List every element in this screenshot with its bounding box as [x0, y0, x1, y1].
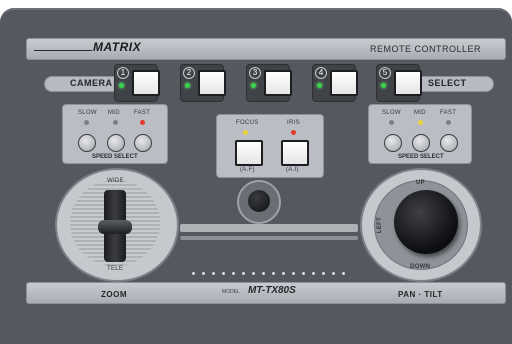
camera-label: CAMERA — [70, 78, 113, 88]
camera-5-number: 5 — [379, 67, 391, 79]
speed-right-mid-label: MID — [414, 110, 426, 116]
model-prefix: MODEL — [222, 289, 240, 295]
speed-right-fast-button[interactable] — [440, 134, 458, 152]
speed-right-slow-label: SLOW — [382, 110, 401, 116]
indicator-dot-row — [192, 262, 352, 280]
select-label: SELECT — [428, 78, 467, 88]
speed-left-caption: SPEED SELECT — [92, 154, 138, 160]
speed-left-slow-label: SLOW — [78, 110, 97, 116]
camera-1-button[interactable] — [132, 70, 160, 96]
camera-5-button[interactable] — [394, 70, 422, 96]
pantilt-caption: PAN · TILT — [398, 290, 443, 299]
camera-5-led — [381, 83, 386, 88]
camera-2-number: 2 — [183, 67, 195, 79]
zoom-caption: ZOOM — [101, 290, 127, 299]
speed-left-fast-led — [140, 120, 145, 125]
iris-label: IRIS — [287, 120, 300, 126]
camera-4-led — [317, 83, 322, 88]
pantilt-joystick-knob[interactable] — [394, 190, 458, 254]
speed-right-slow-button[interactable] — [384, 134, 402, 152]
camera-1-led — [119, 83, 124, 88]
auto-focus-button[interactable] — [235, 140, 263, 166]
speed-right-fast-led — [446, 120, 451, 125]
camera-4-number: 4 — [315, 67, 327, 79]
iris-led — [291, 130, 296, 135]
zoom-rocker-lever[interactable] — [98, 220, 132, 234]
camera-3-number: 3 — [249, 67, 261, 79]
speed-right-mid-led — [418, 120, 423, 125]
zoom-tele-label: TELE — [107, 266, 124, 272]
focus-led — [243, 130, 248, 135]
pantilt-down-label: DOWN — [410, 264, 431, 270]
auto-iris-button[interactable] — [281, 140, 309, 166]
speed-right-fast-label: FAST — [440, 110, 457, 116]
brand-logo: MATRIX — [93, 40, 142, 54]
pantilt-up-label: UP — [416, 180, 425, 186]
auto-focus-caption: (A.F) — [240, 167, 255, 173]
speed-left-slow-button[interactable] — [78, 134, 96, 152]
speed-right-mid-button[interactable] — [412, 134, 430, 152]
speed-left-mid-button[interactable] — [107, 134, 125, 152]
zoom-wide-label: WIDE — [107, 178, 124, 184]
speed-left-slow-led — [84, 120, 89, 125]
camera-3-led — [251, 83, 256, 88]
speed-left-fast-button[interactable] — [134, 134, 152, 152]
auto-iris-caption: (A.I) — [286, 167, 299, 173]
camera-4-button[interactable] — [330, 70, 358, 96]
speed-right-slow-led — [389, 120, 394, 125]
speed-left-mid-led — [113, 120, 118, 125]
camera-1-number: 1 — [117, 67, 129, 79]
focus-label: FOCUS — [236, 120, 259, 126]
center-scale-bar-2 — [180, 236, 358, 240]
speed-right-caption: SPEED SELECT — [398, 154, 444, 160]
speed-left-fast-label: FAST — [134, 110, 151, 116]
model-name: MT-TX80S — [248, 285, 296, 296]
remote-controller-title: REMOTE CONTROLLER — [370, 44, 482, 54]
speed-left-mid-label: MID — [108, 110, 120, 116]
camera-3-button[interactable] — [264, 70, 292, 96]
adjust-dial-knob[interactable] — [248, 190, 270, 212]
center-scale-bar-1 — [180, 224, 358, 232]
camera-2-button[interactable] — [198, 70, 226, 96]
brand-underline — [34, 50, 92, 51]
camera-2-led — [185, 83, 190, 88]
pantilt-left-label: LEFT — [377, 216, 384, 234]
